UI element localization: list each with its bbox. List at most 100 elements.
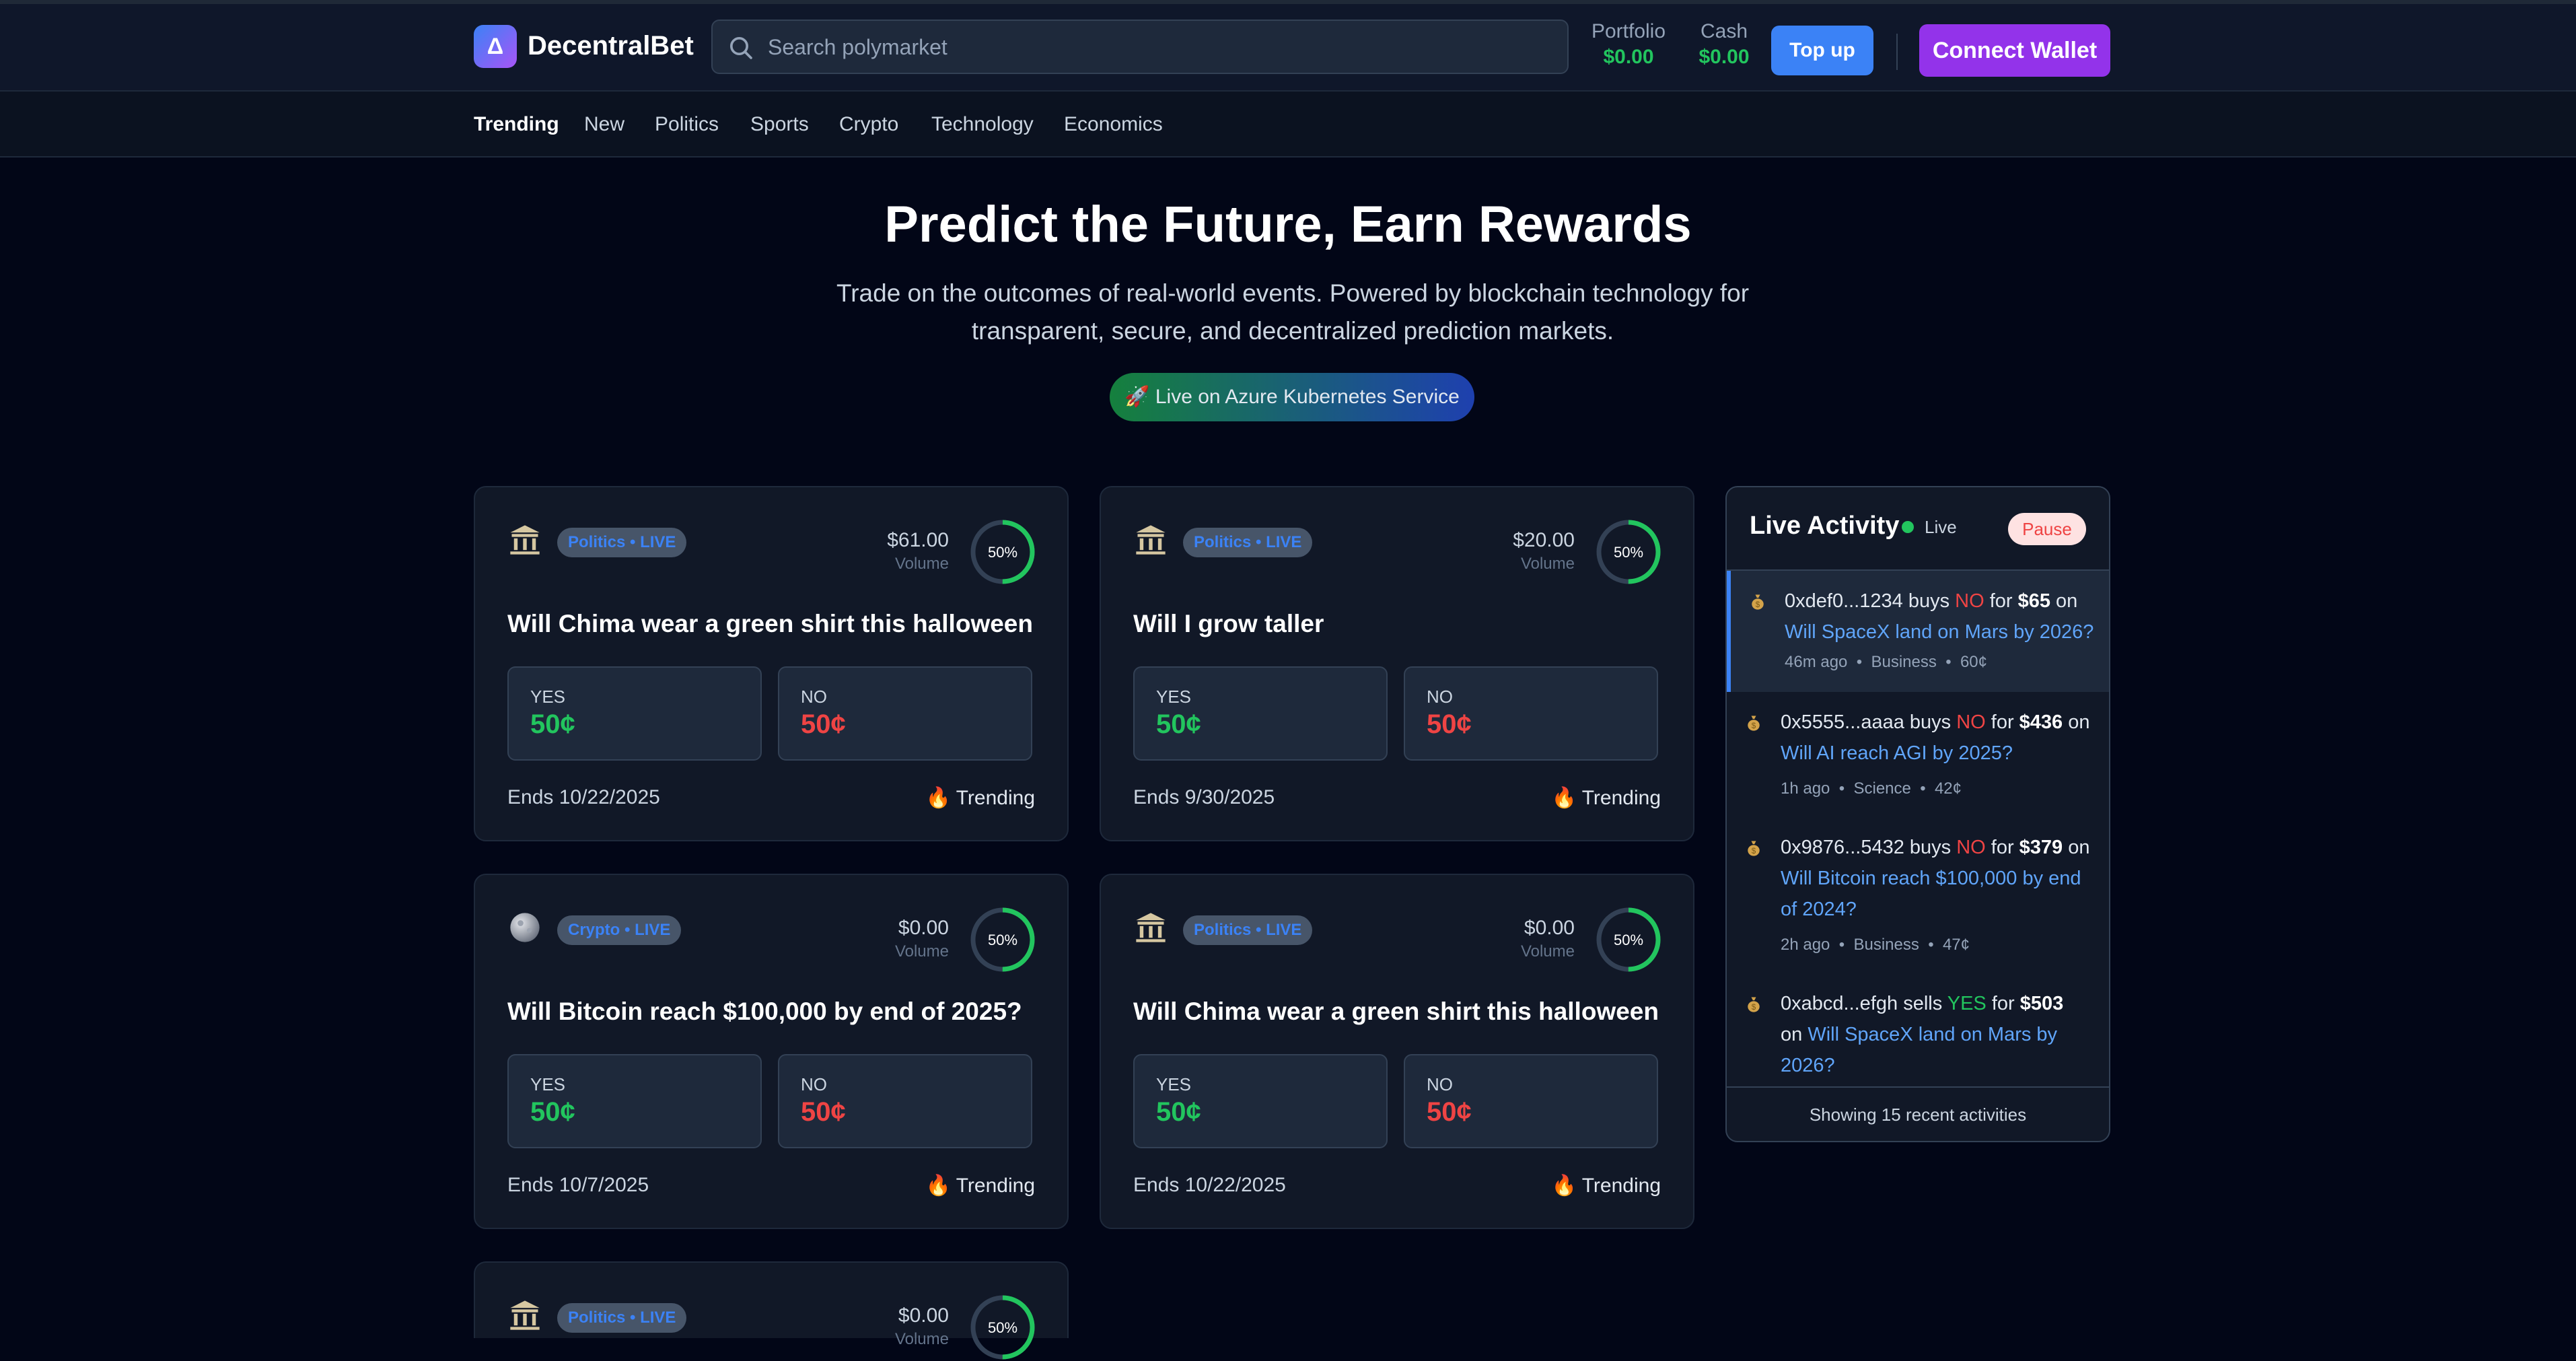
activity-on: on bbox=[2063, 711, 2090, 733]
no-option-button[interactable]: NO 50¢ bbox=[778, 1054, 1032, 1148]
market-card[interactable]: Crypto • LIVE $0.00 Volume 50% Will Bitc… bbox=[474, 874, 1069, 1229]
activity-category: Business bbox=[1871, 653, 1937, 671]
search-box[interactable] bbox=[711, 20, 1569, 74]
search-input[interactable] bbox=[766, 26, 1550, 68]
activity-item[interactable]: $ 0x5555...aaaa buys NO for $436 on Will… bbox=[1727, 692, 2109, 817]
live-activity-panel: Live Activity Live Pause $ 0xdef0...1234… bbox=[1725, 486, 2110, 1142]
pause-button[interactable]: Pause bbox=[2008, 513, 2086, 545]
end-date: Ends 10/22/2025 bbox=[507, 786, 660, 808]
search-icon bbox=[730, 37, 752, 59]
activity-time: 1h ago bbox=[1781, 779, 1830, 798]
activity-item[interactable]: $ 0xdef0...1234 buys NO for $65 on Will … bbox=[1727, 571, 2109, 692]
volume: $0.00 Volume bbox=[895, 1304, 949, 1349]
yes-option-button[interactable]: YES 50¢ bbox=[1133, 666, 1388, 761]
activity-text: 0x5555...aaaa buys NO for $436 on Will A… bbox=[1781, 707, 2090, 769]
yes-option-button[interactable]: YES 50¢ bbox=[507, 1054, 762, 1148]
no-option-button[interactable]: NO 50¢ bbox=[778, 666, 1032, 761]
activity-side: NO bbox=[1955, 590, 1984, 612]
portfolio-value: $0.00 bbox=[1603, 46, 1654, 68]
nav-tab-trending[interactable]: Trending bbox=[474, 113, 559, 136]
activity-market-link[interactable]: Will SpaceX land on Mars by 2026? bbox=[1785, 621, 2094, 643]
top-up-button[interactable]: Top up bbox=[1771, 26, 1873, 75]
yes-label: YES bbox=[530, 1074, 566, 1094]
market-title[interactable]: Will Chima wear a green shirt this hallo… bbox=[507, 610, 1039, 638]
bank-icon bbox=[1136, 913, 1166, 942]
coin-icon bbox=[510, 913, 540, 942]
activity-for: for bbox=[1986, 993, 2020, 1014]
category-tag: Politics • LIVE bbox=[557, 528, 687, 557]
no-label: NO bbox=[1427, 687, 1453, 707]
volume-amount: $20.00 bbox=[1513, 529, 1575, 551]
trending-badge: 🔥 Trending bbox=[1551, 1175, 1661, 1197]
money-bag-icon: $ bbox=[1752, 594, 1764, 610]
logo-icon[interactable]: Δ bbox=[474, 25, 517, 68]
volume-label: Volume bbox=[1520, 555, 1575, 573]
hero-title: Predict the Future, Earn Rewards bbox=[884, 196, 1692, 253]
no-label: NO bbox=[801, 1074, 827, 1094]
activity-user: 0xabcd...efgh bbox=[1781, 993, 1898, 1014]
activity-on: on bbox=[2063, 837, 2090, 858]
nav-tab-economics[interactable]: Economics bbox=[1064, 113, 1163, 136]
trending-badge: 🔥 Trending bbox=[925, 787, 1035, 809]
yes-option-button[interactable]: YES 50¢ bbox=[1133, 1054, 1388, 1148]
nav-tab-politics[interactable]: Politics bbox=[655, 113, 719, 136]
activity-meta: 1h ago • Science • 42¢ bbox=[1781, 779, 1962, 798]
svg-text:$: $ bbox=[1756, 600, 1760, 609]
nav-tab-new[interactable]: New bbox=[584, 113, 624, 136]
category-tag: Crypto • LIVE bbox=[557, 915, 682, 945]
activity-user: 0x5555...aaaa bbox=[1781, 711, 1904, 733]
probability-ring: 50% bbox=[1596, 520, 1661, 584]
activity-title: Live Activity bbox=[1750, 512, 1900, 540]
activity-amount: $65 bbox=[2017, 590, 2050, 612]
activity-market-link[interactable]: Will AI reach AGI by 2025? bbox=[1781, 742, 2013, 764]
activity-price: 42¢ bbox=[1934, 779, 1962, 798]
nav-tab-sports[interactable]: Sports bbox=[750, 113, 809, 136]
money-bag-icon: $ bbox=[1748, 841, 1760, 856]
market-card[interactable]: Politics • LIVE $0.00 Volume 50% Will Ch… bbox=[1100, 874, 1694, 1229]
no-option-button[interactable]: NO 50¢ bbox=[1404, 1054, 1658, 1148]
yes-label: YES bbox=[1156, 1074, 1192, 1094]
cash-value: $0.00 bbox=[1698, 46, 1750, 68]
market-title[interactable]: Will I grow taller bbox=[1133, 610, 1665, 638]
volume-amount: $0.00 bbox=[1524, 917, 1575, 939]
activity-item[interactable]: $ 0xabcd...efgh sells YES for $503 on Wi… bbox=[1727, 973, 2109, 1085]
end-date: Ends 10/22/2025 bbox=[1133, 1174, 1286, 1196]
activity-user: 0x9876...5432 bbox=[1781, 837, 1904, 858]
market-title[interactable]: Will Chima wear a green shirt this hallo… bbox=[1133, 998, 1665, 1026]
header-divider bbox=[1896, 34, 1898, 70]
market-card[interactable]: Politics • LIVE $61.00 Volume 50% Will C… bbox=[474, 486, 1069, 841]
activity-for: for bbox=[1985, 837, 2019, 858]
deploy-badge: 🚀 Live on Azure Kubernetes Service bbox=[1110, 373, 1474, 421]
cash-stat[interactable]: Cash $0.00 bbox=[1694, 20, 1754, 69]
probability-ring: 50% bbox=[970, 907, 1035, 972]
activity-market-link[interactable]: Will SpaceX land on Mars by 2026? bbox=[1781, 1024, 2057, 1076]
activity-header: Live Activity Live Pause bbox=[1727, 487, 2109, 571]
portfolio-stat[interactable]: Portfolio $0.00 bbox=[1591, 20, 1666, 69]
cash-label: Cash bbox=[1700, 20, 1748, 42]
market-card[interactable]: Politics • LIVE $0.00 Volume 50% bbox=[474, 1261, 1069, 1360]
probability-text: 50% bbox=[988, 1319, 1017, 1336]
no-price: 50¢ bbox=[801, 1097, 846, 1127]
market-card[interactable]: Politics • LIVE $20.00 Volume 50% Will I… bbox=[1100, 486, 1694, 841]
trending-badge: 🔥 Trending bbox=[1551, 787, 1661, 809]
activity-side: NO bbox=[1956, 837, 1986, 858]
yes-price: 50¢ bbox=[530, 709, 575, 739]
brand-name[interactable]: DecentralBet bbox=[528, 31, 694, 61]
activity-item[interactable]: $ 0x9876...5432 buys NO for $379 on Will… bbox=[1727, 817, 2109, 973]
probability-text: 50% bbox=[1614, 544, 1643, 561]
no-label: NO bbox=[1427, 1074, 1453, 1094]
connect-wallet-button[interactable]: Connect Wallet bbox=[1919, 24, 2110, 77]
no-option-button[interactable]: NO 50¢ bbox=[1404, 666, 1658, 761]
volume: $0.00 Volume bbox=[895, 917, 949, 961]
volume: $20.00 Volume bbox=[1513, 529, 1575, 573]
category-tag: Politics • LIVE bbox=[557, 1303, 687, 1333]
activity-market-link[interactable]: Will Bitcoin reach $100,000 by end of 20… bbox=[1781, 868, 2081, 920]
yes-option-button[interactable]: YES 50¢ bbox=[507, 666, 762, 761]
end-date: Ends 10/7/2025 bbox=[507, 1174, 649, 1196]
live-indicator-dot bbox=[1902, 521, 1914, 533]
market-title[interactable]: Will Bitcoin reach $100,000 by end of 20… bbox=[507, 998, 1039, 1026]
activity-user: 0xdef0...1234 bbox=[1785, 590, 1903, 612]
activity-price: 60¢ bbox=[1960, 653, 1987, 671]
nav-tab-crypto[interactable]: Crypto bbox=[839, 113, 898, 136]
nav-tab-technology[interactable]: Technology bbox=[931, 113, 1034, 136]
